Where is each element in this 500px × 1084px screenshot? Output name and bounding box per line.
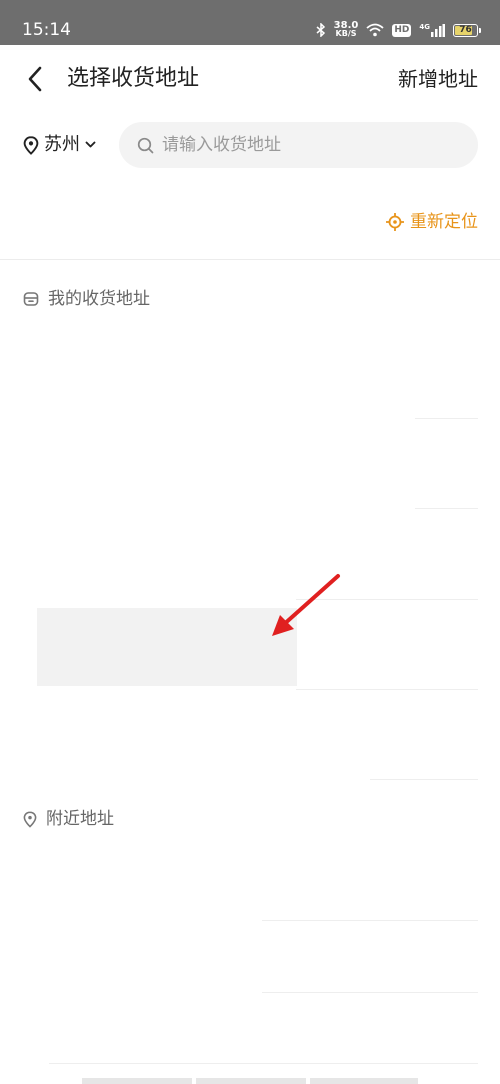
my-addresses-header: 我的收货地址: [23, 287, 150, 311]
page-title: 选择收货地址: [67, 66, 200, 91]
net-speed: 38.0 KB/S: [334, 21, 359, 38]
address-book-icon: [23, 292, 39, 306]
relocate-button[interactable]: 重新定位: [386, 210, 478, 234]
battery-icon: 76: [453, 23, 481, 37]
crosshair-locate-icon: [386, 213, 404, 231]
list-item-divider: [49, 1063, 478, 1064]
list-item-divider: [296, 689, 478, 690]
search-box[interactable]: [119, 122, 478, 168]
location-pin-icon: [23, 135, 39, 155]
location-pin-icon: [23, 810, 37, 828]
city-picker[interactable]: 苏州: [23, 132, 96, 158]
back-button[interactable]: [22, 63, 48, 95]
section-divider: [0, 259, 500, 260]
relocate-label: 重新定位: [410, 212, 478, 232]
list-item-divider: [262, 920, 478, 921]
hd-icon: HD: [392, 23, 412, 37]
battery-level: 76: [459, 24, 472, 35]
my-addresses-title: 我的收货地址: [48, 289, 150, 309]
chevron-down-icon: [85, 141, 96, 148]
battery-tip: [479, 27, 481, 33]
status-time: 15:14: [22, 20, 71, 40]
signal-icon: 4G: [419, 22, 445, 37]
search-icon: [137, 137, 154, 153]
signal-label: 4G: [419, 22, 430, 31]
nearby-title: 附近地址: [46, 809, 114, 829]
list-item-placeholder: [82, 1078, 192, 1084]
search-input[interactable]: [162, 135, 442, 155]
address-list-item[interactable]: [37, 608, 297, 686]
search-row: 苏州: [0, 122, 500, 168]
header: 选择收货地址 新增地址: [0, 45, 500, 113]
wifi-icon: [366, 23, 384, 37]
annotation-arrow-icon: [272, 574, 340, 636]
city-name: 苏州: [44, 134, 80, 155]
list-item-divider: [370, 779, 478, 780]
status-bar: 15:14 38.0 KB/S HD 4G 76: [0, 0, 500, 45]
nearby-header: 附近地址: [23, 807, 114, 831]
list-item-placeholder: [196, 1078, 306, 1084]
net-speed-unit: KB/S: [335, 29, 357, 38]
list-item-divider: [415, 418, 478, 419]
list-item-placeholder: [310, 1078, 418, 1084]
status-icons: 38.0 KB/S HD 4G 76: [316, 19, 481, 41]
back-arrow-icon: [28, 66, 42, 92]
add-address-button[interactable]: 新增地址: [398, 65, 478, 93]
list-item-divider: [262, 992, 478, 993]
list-item-divider: [415, 508, 478, 509]
bluetooth-icon: [316, 23, 326, 37]
